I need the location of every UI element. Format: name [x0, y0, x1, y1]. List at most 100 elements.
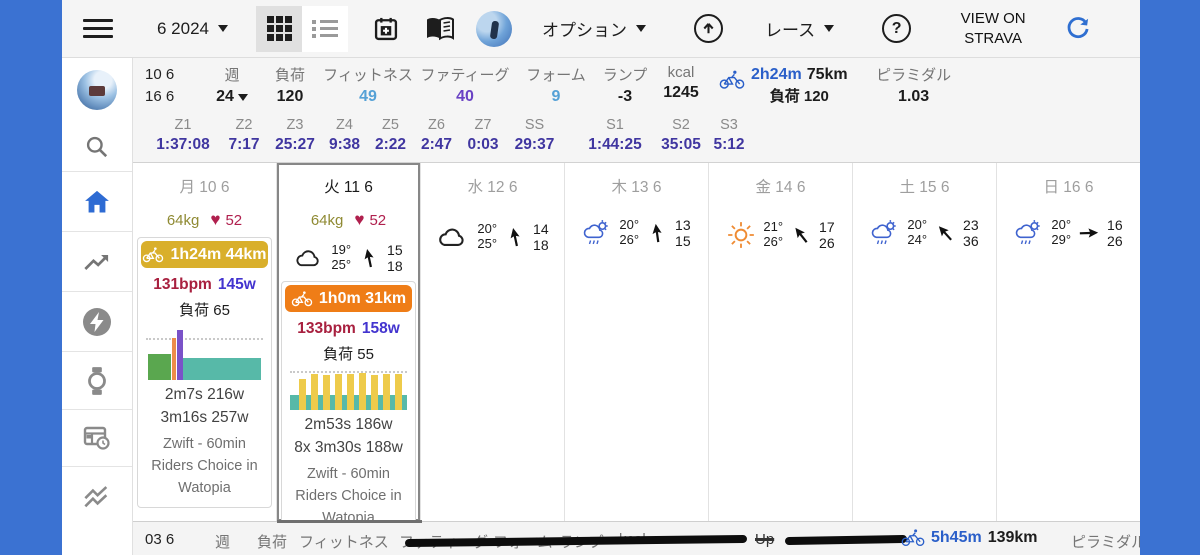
- day-header: 日 16 6: [1043, 179, 1094, 196]
- activity-duration-distance: 1h24m 44km: [170, 245, 267, 263]
- weather-row: 20° 29° 16 26: [997, 217, 1140, 249]
- selected-column-bottom-edge: [277, 520, 422, 523]
- watch-icon: [88, 366, 106, 395]
- activity-load: 負荷 65: [179, 302, 230, 319]
- sidebar-item-search[interactable]: [62, 122, 132, 172]
- calendar-add-icon: [374, 17, 398, 40]
- sidebar-item-watch[interactable]: [62, 352, 132, 410]
- activity-load: 負荷 55: [323, 346, 374, 364]
- interval-line: 3m16s 257w: [160, 409, 249, 426]
- bike-icon: [291, 291, 313, 306]
- activity-badge[interactable]: 1h0m 31km: [285, 285, 412, 313]
- bike-icon: [143, 246, 164, 262]
- metric-fitness: フィットネス 49: [323, 67, 413, 105]
- sidebar: [62, 58, 133, 555]
- grid-view-button[interactable]: [256, 5, 302, 52]
- day-column-tue[interactable]: 火 11 6 64kg ♥ 52 19° 25° 15 18 1h0m 31km…: [277, 163, 421, 521]
- wind-arrow-icon: [938, 226, 952, 241]
- metric-form: フォーム 9: [526, 67, 586, 105]
- day-column-wed[interactable]: 水 12 6 20° 25° 14 18: [421, 163, 565, 521]
- week-date: 03 6: [145, 531, 175, 548]
- activity-duration-distance: 1h0m 31km: [318, 289, 407, 307]
- activity-stats: 131bpm 145w: [153, 276, 256, 293]
- sidebar-item-profile[interactable]: [62, 58, 132, 122]
- load-label: 負荷: [257, 534, 288, 551]
- heart-icon: ♥: [210, 210, 221, 229]
- week-metrics-row: 10 6 16 6 週 24 負荷 120 フィットネス 49 ファティーグ 40 フォ…: [133, 58, 1140, 108]
- sun-icon: [728, 222, 755, 248]
- day-column-thu[interactable]: 木 13 6 20° 26° 13 15: [565, 163, 709, 521]
- day-column-mon[interactable]: 月 10 6 64kg ♥ 52 1h24m 44km 131bpm 145w 負…: [133, 163, 277, 521]
- sidebar-item-schedule[interactable]: [62, 410, 132, 467]
- weather-row: 20° 24° 23 36: [853, 217, 996, 249]
- refresh-icon: [1067, 16, 1089, 38]
- day-column-sun[interactable]: 日 16 6 20° 29° 16 26: [997, 163, 1140, 521]
- wind-arrow-icon: [795, 227, 808, 243]
- bike-icon: [719, 70, 745, 89]
- avatar[interactable]: [476, 10, 512, 47]
- next-week-summary-row[interactable]: 03 6 週 負荷 フィットネス ファティーグ フォーム ランプ kcal Up…: [133, 520, 1146, 555]
- sidebar-item-fitness[interactable]: [62, 232, 132, 292]
- shape-label: ピラミダル: [1071, 534, 1147, 551]
- vitals-row: 64kg ♥ 52: [277, 210, 420, 230]
- day-header: 水 12 6: [467, 179, 518, 196]
- metric-fatigue: ファティーグ 40: [420, 67, 510, 105]
- zones-row: Z1 1:37:08 Z2 7:17 Z3 25:27 Z4 9:38 Z5 2:22 Z…: [156, 116, 745, 153]
- sidebar-item-activities[interactable]: [62, 467, 132, 527]
- right-margin: [1140, 0, 1200, 555]
- log-book-button[interactable]: [424, 16, 456, 42]
- calendar-week-grid: 月 10 6 64kg ♥ 52 1h24m 44km 131bpm 145w 負…: [133, 163, 1140, 521]
- chevron-down-icon: [218, 25, 228, 32]
- vitals-row: 64kg ♥ 52: [133, 210, 276, 230]
- week-label: 週: [215, 534, 231, 551]
- add-event-button[interactable]: [372, 15, 400, 43]
- activity-badge[interactable]: 1h24m 44km: [141, 241, 268, 268]
- metric-ramp: ランプ -3: [602, 67, 648, 105]
- activity-card[interactable]: 1h24m 44km 131bpm 145w 負荷 65 2m7s 216w 3m…: [137, 237, 272, 509]
- month-selector[interactable]: 6 2024: [157, 19, 228, 39]
- bike-icon: [901, 529, 925, 547]
- chevron-down-icon: [237, 93, 248, 101]
- refresh-button[interactable]: [1065, 16, 1091, 42]
- interval-line: 2m7s 216w: [164, 386, 245, 403]
- left-margin: [0, 0, 62, 555]
- options-dropdown[interactable]: オプション: [542, 16, 646, 41]
- interval-line: 8x 3m30s 188w: [294, 439, 403, 457]
- avatar: [77, 70, 117, 110]
- race-dropdown[interactable]: レース: [765, 16, 835, 41]
- metric-kcal: kcal 1245: [663, 64, 699, 101]
- day-column-fri[interactable]: 金 14 6 21° 26° 17 26: [709, 163, 853, 521]
- list-view-button[interactable]: [302, 5, 348, 52]
- week-ride-summary: 5h45m 139km: [901, 529, 1038, 547]
- upload-button[interactable]: [694, 14, 723, 43]
- metric-week[interactable]: 週 24: [207, 64, 257, 106]
- menu-icon[interactable]: [83, 14, 113, 43]
- day-column-sat[interactable]: 土 15 6 20° 24° 23 36: [853, 163, 997, 521]
- help-button[interactable]: ?: [882, 14, 912, 43]
- metric-load: 負荷 120: [274, 67, 305, 105]
- week-ride-summary: 2h24m 75km 負荷 120: [719, 64, 848, 107]
- sidebar-item-home[interactable]: [62, 172, 132, 232]
- week-summary-panel: 10 6 16 6 週 24 負荷 120 フィットネス 49 ファティーグ 40 フォ…: [133, 58, 1140, 163]
- heart-icon: ♥: [354, 210, 365, 229]
- sidebar-item-power[interactable]: [62, 292, 132, 352]
- chevron-down-icon: [636, 25, 646, 32]
- activity-title: Zwift - 60min Riders Choice in Watopia: [151, 436, 258, 496]
- view-on-strava-button[interactable]: VIEW ON STRAVA: [947, 9, 1039, 48]
- cloud-icon: [296, 250, 320, 267]
- day-header: 金 14 6: [755, 179, 806, 196]
- day-header: 火 11 6: [324, 179, 373, 196]
- interval-line: 2m53s 186w: [304, 416, 393, 434]
- trending-up-icon: [84, 254, 109, 270]
- power-bolt-icon: [83, 307, 111, 336]
- activity-card[interactable]: 1h0m 31km 133bpm 158w 負荷 55 2m53s 186w 8x…: [281, 281, 416, 521]
- cloud-icon: [439, 228, 464, 247]
- redaction-scribble: [784, 534, 908, 546]
- activity-stats: 133bpm 158w: [297, 320, 400, 338]
- grid-icon: [266, 16, 292, 41]
- list-icon: [312, 17, 338, 41]
- wind-arrow-icon: [364, 249, 374, 268]
- resting-hr-value: 52: [225, 211, 243, 229]
- wind-arrow-icon: [1079, 228, 1099, 238]
- day-header: 月 10 6: [179, 179, 230, 196]
